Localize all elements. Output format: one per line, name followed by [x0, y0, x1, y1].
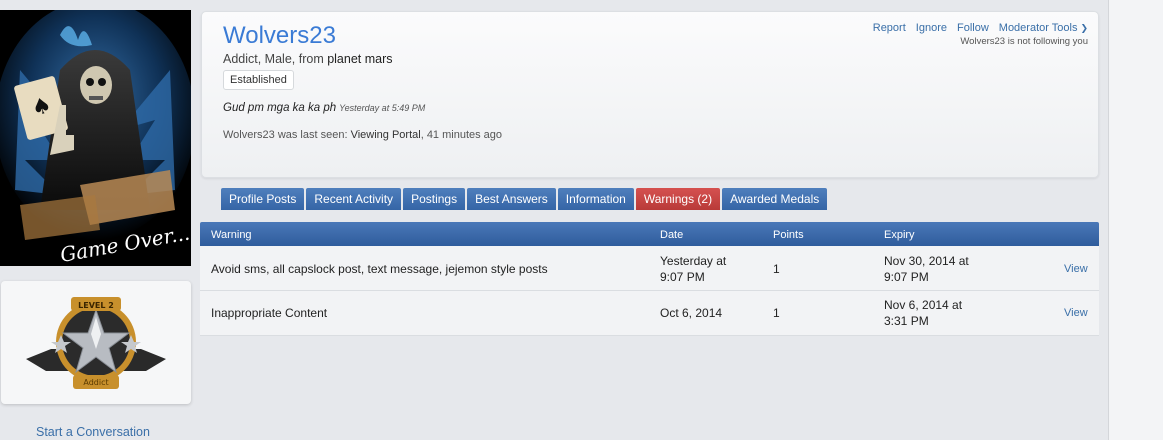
warning-expiry: Nov 6, 2014 at 3:31 PM	[884, 297, 962, 329]
rank-badge-card: LEVEL 2 Addict	[1, 281, 191, 404]
tab-information[interactable]: Information	[557, 188, 634, 210]
last-seen-time: , 41 minutes ago	[420, 129, 503, 141]
profile-action-links: Report Ignore Follow Moderator Tools ❯	[873, 22, 1088, 34]
user-title-prefix: Addict, Male, from	[223, 52, 328, 66]
tab-awarded-medals[interactable]: Awarded Medals	[722, 188, 828, 210]
warning-expiry-line1: Nov 30, 2014 at	[884, 254, 969, 268]
rank-level-label: LEVEL 2	[78, 301, 114, 310]
column-header-expiry: Expiry	[884, 229, 915, 241]
table-row: Avoid sms, all capslock post, text messa…	[200, 246, 1099, 291]
user-status-badge: Established	[223, 70, 294, 90]
rank-emblem-icon: LEVEL 2 Addict	[26, 297, 166, 389]
tab-warnings[interactable]: Warnings (2)	[635, 188, 721, 210]
warning-reason: Avoid sms, all capslock post, text messa…	[211, 262, 548, 276]
warning-expiry-line1: Nov 6, 2014 at	[884, 298, 963, 312]
warning-points: 1	[773, 262, 780, 276]
chevron-down-icon: ❯	[1080, 23, 1088, 33]
warning-date: Oct 6, 2014	[660, 305, 722, 321]
tab-postings[interactable]: Postings	[403, 188, 466, 210]
last-seen-prefix: Wolvers23 was last seen:	[223, 129, 351, 141]
status-message-time[interactable]: Yesterday at 5:49 PM	[339, 103, 425, 113]
column-header-points: Points	[773, 229, 804, 241]
last-seen-line: Wolvers23 was last seen: Viewing Portal,…	[223, 129, 502, 141]
warning-points: 1	[773, 306, 780, 320]
warning-date-line1: Yesterday at	[660, 254, 727, 268]
column-header-warning: Warning	[211, 229, 252, 241]
avatar-artwork: ♠ Game Over...	[0, 10, 191, 266]
profile-header-card: Wolvers23 Addict, Male, from planet mars…	[201, 11, 1099, 178]
profile-tabs: Profile Posts Recent Activity Postings B…	[221, 188, 828, 210]
table-header: Warning Date Points Expiry	[200, 222, 1099, 246]
tab-profile-posts[interactable]: Profile Posts	[221, 188, 305, 210]
tab-recent-activity[interactable]: Recent Activity	[306, 188, 402, 210]
view-warning-link[interactable]: View	[1064, 261, 1088, 277]
warning-date: Yesterday at 9:07 PM	[660, 253, 726, 285]
warning-expiry-line2: 9:07 PM	[884, 270, 929, 284]
moderator-tools-menu[interactable]: Moderator Tools ❯	[999, 22, 1088, 34]
status-message-text: Gud pm mga ka ka ph	[223, 102, 337, 114]
ignore-link[interactable]: Ignore	[916, 22, 947, 34]
start-conversation-link[interactable]: Start a Conversation	[36, 425, 150, 439]
warning-expiry: Nov 30, 2014 at 9:07 PM	[884, 253, 969, 285]
rank-title-label: Addict	[83, 378, 108, 387]
status-message: Gud pm mga ka ka ph Yesterday at 5:49 PM	[223, 102, 425, 114]
warning-date-line2: 9:07 PM	[660, 270, 705, 284]
report-link[interactable]: Report	[873, 22, 906, 34]
view-warning-link[interactable]: View	[1064, 305, 1088, 321]
tab-best-answers[interactable]: Best Answers	[467, 188, 556, 210]
last-seen-location-link[interactable]: Viewing Portal	[351, 129, 421, 141]
warning-date-line1: Oct 6, 2014	[660, 306, 723, 320]
table-row: Inappropriate Content Oct 6, 2014 1 Nov …	[200, 291, 1099, 336]
warning-reason: Inappropriate Content	[211, 306, 328, 320]
column-header-date: Date	[660, 229, 684, 241]
user-avatar[interactable]: ♠ Game Over...	[0, 10, 191, 266]
page-right-gutter	[1108, 0, 1163, 440]
username-heading[interactable]: Wolvers23	[223, 22, 336, 50]
follow-link[interactable]: Follow	[957, 22, 989, 34]
user-title-line: Addict, Male, from planet mars	[223, 52, 393, 66]
moderator-tools-label: Moderator Tools	[998, 22, 1078, 34]
warnings-table: Warning Date Points Expiry Avoid sms, al…	[200, 222, 1099, 336]
user-location: planet mars	[327, 52, 393, 66]
warning-expiry-line2: 3:31 PM	[884, 314, 929, 328]
follow-status-note: Wolvers23 is not following you	[960, 36, 1088, 47]
